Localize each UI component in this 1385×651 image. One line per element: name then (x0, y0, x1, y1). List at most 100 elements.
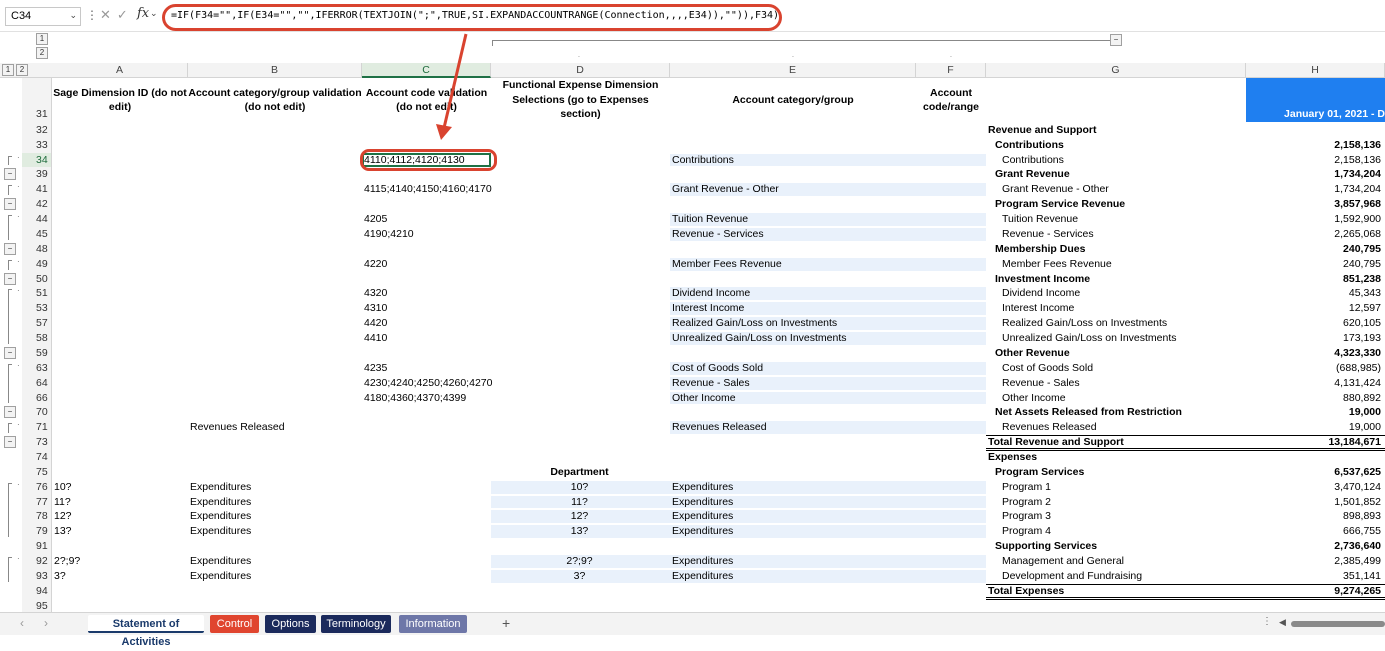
cell-e[interactable]: Interest Income (672, 301, 912, 316)
cell-a[interactable]: 3? (54, 569, 184, 584)
cell-c[interactable]: 4320 (364, 286, 487, 301)
cell-b[interactable]: Expenditures (190, 524, 358, 539)
cell-h[interactable]: 4,323,330 (1248, 346, 1381, 361)
row-number[interactable]: 42 (22, 197, 51, 212)
expand-formula-icon[interactable]: ⌄ (150, 8, 158, 19)
cell-g[interactable]: Program 2 (988, 495, 1242, 510)
collapse-row-group-button[interactable]: − (4, 346, 16, 359)
row-number[interactable]: 53 (22, 301, 51, 316)
cell-e[interactable]: Cost of Goods Sold (672, 361, 912, 376)
cell-h[interactable]: 12,597 (1248, 301, 1381, 316)
cell-g[interactable]: Grant Revenue (988, 167, 1242, 182)
cell-d[interactable]: 10? (493, 480, 666, 495)
cell-e[interactable]: Realized Gain/Loss on Investments (672, 316, 912, 331)
cell-b[interactable]: Expenditures (190, 480, 358, 495)
row-number[interactable]: 32 (22, 123, 51, 138)
cell-h[interactable]: 240,795 (1248, 242, 1381, 257)
cell-g[interactable]: Contributions (988, 138, 1242, 153)
cell-e[interactable]: Tuition Revenue (672, 212, 912, 227)
cell-h[interactable]: 2,265,068 (1248, 227, 1381, 242)
cell-e[interactable]: Expenditures (672, 569, 912, 584)
row-number[interactable]: 73 (22, 435, 51, 450)
cell-g[interactable]: Management and General (988, 554, 1242, 569)
cell-h[interactable]: 851,238 (1248, 272, 1381, 287)
sheet-tab-terminology[interactable]: Terminology (321, 615, 391, 633)
row-number[interactable]: 49 (22, 257, 51, 272)
row-number[interactable]: 59 (22, 346, 51, 361)
cell-h[interactable]: 4,131,424 (1248, 376, 1381, 391)
cell-g[interactable]: Revenue and Support (988, 123, 1242, 138)
more-icon[interactable]: ⋮ (1262, 616, 1272, 627)
cell-d[interactable]: 13? (493, 524, 666, 539)
row-number[interactable]: 74 (22, 450, 51, 465)
cell-c[interactable]: 4310 (364, 301, 487, 316)
cell-d[interactable]: 11? (493, 495, 666, 510)
cell-b[interactable]: Expenditures (190, 495, 358, 510)
row-number[interactable]: 33 (22, 138, 51, 153)
name-box[interactable]: C34 ⌄ (5, 7, 81, 26)
cell-g[interactable]: Unrealized Gain/Loss on Investments (988, 331, 1242, 346)
cell-h[interactable]: 2,158,136 (1248, 138, 1381, 153)
collapse-row-group-button[interactable]: − (4, 436, 16, 449)
row-number[interactable]: 64 (22, 376, 51, 391)
cell-a[interactable]: 13? (54, 524, 184, 539)
row-number[interactable]: 41 (22, 182, 51, 197)
row-number[interactable]: 75 (22, 465, 51, 480)
cell-c[interactable]: 4235 (364, 361, 487, 376)
worksheet-grid[interactable]: Sage Dimension ID (do not edit) Account c… (52, 78, 1385, 612)
cell-g[interactable]: Realized Gain/Loss on Investments (988, 316, 1242, 331)
cell-h[interactable]: 45,343 (1248, 286, 1381, 301)
cell-e[interactable]: Expenditures (672, 495, 912, 510)
cell-g[interactable]: Net Assets Released from Restriction (988, 405, 1242, 420)
horizontal-scrollbar[interactable] (1291, 621, 1385, 627)
cell-g[interactable]: Development and Fundraising (988, 569, 1242, 584)
row-number[interactable]: 50 (22, 272, 51, 287)
column-outline-level-1-button[interactable]: 1 (36, 33, 48, 45)
cell-h[interactable]: 666,755 (1248, 524, 1381, 539)
cell-g[interactable]: Membership Dues (988, 242, 1242, 257)
row-outline-level-2-button[interactable]: 2 (16, 64, 28, 76)
cell-b[interactable]: Revenues Released (190, 420, 358, 435)
row-number[interactable]: 79 (22, 524, 51, 539)
row-number[interactable]: 91 (22, 539, 51, 554)
cell-g[interactable]: Program 1 (988, 480, 1242, 495)
cell-h[interactable]: 1,734,204 (1248, 167, 1381, 182)
cell-g[interactable]: Other Income (988, 391, 1242, 406)
cell-h[interactable]: 173,193 (1248, 331, 1381, 346)
column-header-g[interactable]: G (986, 63, 1246, 78)
cell-e[interactable]: Other Income (672, 391, 912, 406)
cell-e[interactable]: Contributions (672, 153, 912, 168)
cell-h[interactable]: 19,000 (1248, 405, 1381, 420)
cell-e[interactable]: Revenue - Sales (672, 376, 912, 391)
cell-e[interactable]: Dividend Income (672, 286, 912, 301)
sheet-tab-control[interactable]: Control (210, 615, 259, 633)
column-header-d[interactable]: D (491, 63, 670, 78)
cell-g[interactable]: Other Revenue (988, 346, 1242, 361)
cell-b[interactable]: Expenditures (190, 554, 358, 569)
collapse-column-group-button[interactable]: − (1110, 34, 1122, 46)
add-sheet-button[interactable]: + (502, 615, 510, 631)
column-header-e[interactable]: E (670, 63, 916, 78)
row-number[interactable]: 48 (22, 242, 51, 257)
cell-h[interactable]: 880,892 (1248, 391, 1381, 406)
cell-g[interactable]: Dividend Income (988, 286, 1242, 301)
cell-e[interactable]: Revenues Released (672, 420, 912, 435)
previous-sheet-icon[interactable]: ‹ (20, 616, 24, 630)
next-sheet-icon[interactable]: › (44, 616, 48, 630)
row-number[interactable]: 77 (22, 495, 51, 510)
insert-function-icon[interactable]: fx (137, 6, 149, 21)
cell-g[interactable]: Tuition Revenue (988, 212, 1242, 227)
row-number[interactable]: 93 (22, 569, 51, 584)
cell-h[interactable]: (688,985) (1248, 361, 1381, 376)
cell-h[interactable]: 3,470,124 (1248, 480, 1381, 495)
row-number[interactable]: 31 (22, 108, 51, 120)
row-number[interactable]: 34 (22, 152, 51, 168)
cell-h[interactable]: 2,736,640 (1248, 539, 1381, 554)
collapse-row-group-button[interactable]: − (4, 406, 16, 419)
cell-h[interactable]: 19,000 (1248, 420, 1381, 435)
cell-e[interactable]: Member Fees Revenue (672, 257, 912, 272)
cell-h[interactable]: 351,141 (1248, 569, 1381, 584)
cell-e[interactable]: Unrealized Gain/Loss on Investments (672, 331, 912, 346)
cell-g[interactable]: Revenue - Sales (988, 376, 1242, 391)
cell-a[interactable]: 2?;9? (54, 554, 184, 569)
